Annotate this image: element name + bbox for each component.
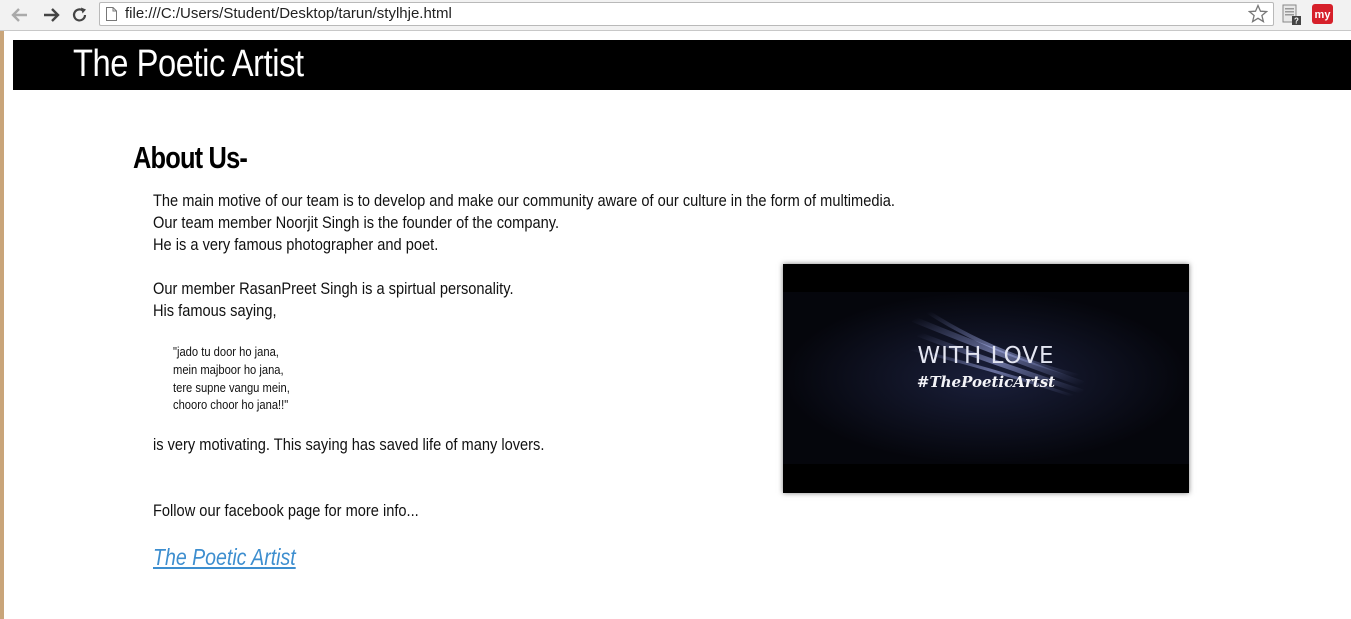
address-bar[interactable]: file:///C:/Users/Student/Desktop/tarun/s…: [99, 2, 1274, 26]
about-line-motivating: is very motivating. This saying has save…: [153, 435, 545, 454]
follow-text: Follow our facebook page for more info..…: [153, 501, 419, 520]
bookmark-star-icon[interactable]: [1248, 4, 1268, 24]
video-player[interactable]: WITH LOVE #ThePoeticArtst: [783, 264, 1189, 493]
quote-line: tere supne vangu mein,: [173, 380, 290, 395]
page-icon: [106, 7, 117, 21]
site-title: The Poetic Artist: [73, 43, 304, 85]
svg-text:?: ?: [1294, 17, 1299, 26]
about-heading: About Us-: [133, 140, 248, 175]
url-text[interactable]: file:///C:/Users/Student/Desktop/tarun/s…: [125, 5, 452, 22]
extension-page-icon[interactable]: ?: [1282, 4, 1302, 26]
video-text-hashtag: #ThePoeticArtst: [917, 373, 1055, 391]
forward-arrow-icon[interactable]: [40, 4, 62, 26]
window-edge: [0, 31, 4, 619]
video-frame: WITH LOVE #ThePoeticArtst: [783, 264, 1189, 493]
about-line-founder: Our team member Noorjit Singh is the fou…: [153, 213, 560, 232]
about-line-motive: The main motive of our team is to develo…: [153, 191, 895, 210]
quote-line: chooro choor ho jana!!": [173, 397, 289, 412]
about-line-member: Our member RasanPreet Singh is a spirtua…: [153, 279, 514, 298]
facebook-link[interactable]: The Poetic Artist: [153, 543, 296, 571]
video-text-with-love: WITH LOVE: [917, 343, 1054, 369]
quote-line: "jado tu door ho jana,: [173, 344, 279, 359]
site-header: The Poetic Artist: [13, 40, 1351, 90]
back-arrow-icon[interactable]: [9, 4, 31, 26]
reload-icon[interactable]: [69, 4, 91, 26]
browser-toolbar: file:///C:/Users/Student/Desktop/tarun/s…: [0, 0, 1351, 31]
about-line-saying: His famous saying,: [153, 301, 277, 320]
my-extension-icon[interactable]: my: [1312, 4, 1333, 24]
about-line-photographer: He is a very famous photographer and poe…: [153, 235, 439, 254]
quote-line: mein majboor ho jana,: [173, 362, 284, 377]
